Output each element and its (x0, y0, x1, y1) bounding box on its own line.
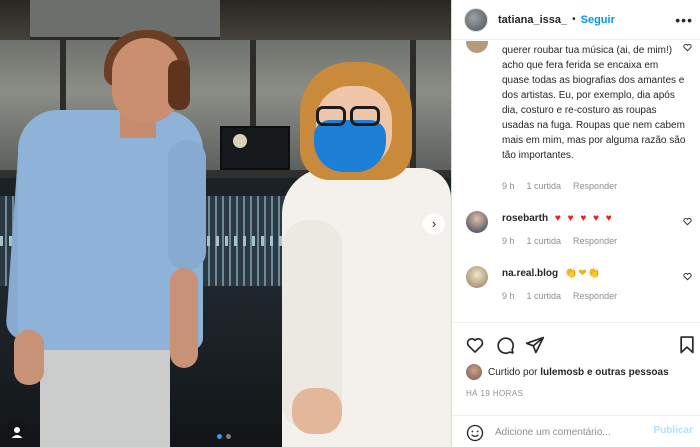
author-username[interactable]: tatiana_issa_ (498, 14, 567, 26)
comments-list: querer roubar tua música (ai, de mim!) a… (452, 41, 700, 321)
likes-others-link[interactable]: e outras pessoas (587, 367, 669, 378)
tagged-users-button[interactable] (6, 421, 28, 443)
comment-text: rosebarth ♥ ♥ ♥ ♥ ♥ (502, 211, 688, 226)
comment-username[interactable]: rosebarth (502, 213, 548, 224)
publish-button[interactable]: Publicar (654, 425, 693, 436)
share-icon[interactable] (525, 335, 545, 355)
chevron-right-icon: › (431, 216, 437, 231)
user-icon (11, 427, 23, 438)
likes-summary: Curtido por lulemosb e outras pessoas (466, 364, 669, 380)
comment-likes[interactable]: 1 curtida (527, 236, 562, 246)
studio-monitor (220, 126, 290, 170)
face-mask (314, 120, 386, 172)
carousel-indicator (217, 434, 231, 439)
person-left-hand (14, 330, 44, 385)
avatar[interactable] (466, 266, 488, 288)
post-timestamp[interactable]: HÁ 19 HORAS (466, 389, 523, 398)
comment-likes[interactable]: 1 curtida (527, 181, 562, 191)
post-side-panel: tatiana_issa_ • Seguir ••• querer roubar… (451, 0, 700, 447)
comment-icon[interactable] (495, 335, 515, 355)
carousel-next-button[interactable]: › (423, 213, 445, 235)
post-header: tatiana_issa_ • Seguir ••• (452, 0, 700, 40)
follow-button[interactable]: Seguir (581, 14, 615, 26)
reply-button[interactable]: Responder (573, 291, 617, 301)
person-left-hand (170, 268, 198, 368)
comment-time[interactable]: 9 h (502, 236, 515, 246)
heart-icon[interactable] (465, 335, 485, 355)
comment-time[interactable]: 9 h (502, 291, 515, 301)
person-left-arm (168, 140, 206, 270)
person-left-hair (168, 60, 190, 110)
avatar[interactable] (466, 211, 488, 233)
monitor-logo (233, 134, 247, 148)
comment-username[interactable]: na.real.blog (502, 268, 558, 279)
post-actions (452, 322, 700, 366)
comment-text: querer roubar tua música (ai, de mim!) a… (502, 45, 686, 161)
comment-meta: 9 h 1 curtida Responder (502, 291, 617, 301)
comment-meta: 9 h 1 curtida Responder (502, 181, 617, 191)
comment-emojis: 👏❤👏 (564, 268, 602, 279)
carousel-dot (217, 434, 222, 439)
avatar[interactable] (464, 7, 488, 32)
add-comment-bar: Publicar (452, 415, 700, 447)
comment-likes[interactable]: 1 curtida (527, 291, 562, 301)
carousel-dot (226, 434, 231, 439)
emoji-icon[interactable] (466, 424, 484, 442)
reply-button[interactable]: Responder (573, 181, 617, 191)
bookmark-icon[interactable] (677, 335, 697, 355)
avatar[interactable] (466, 41, 488, 53)
comment-time[interactable]: 9 h (502, 181, 515, 191)
person-right-hand (292, 388, 342, 434)
likes-prefix: Curtido por (488, 366, 538, 378)
glasses (350, 106, 380, 126)
comment-input[interactable] (495, 424, 645, 440)
reply-button[interactable]: Responder (573, 236, 617, 246)
comment-emojis: ♥ ♥ ♥ ♥ ♥ (554, 213, 614, 224)
post-photo[interactable]: › (0, 0, 451, 447)
liked-by-username[interactable]: lulemosb (540, 367, 584, 378)
comment-text: na.real.blog 👏❤👏 (502, 266, 688, 281)
separator-dot: • (572, 14, 576, 25)
glasses (316, 106, 346, 126)
comment-meta: 9 h 1 curtida Responder (502, 236, 617, 246)
more-options-icon[interactable]: ••• (675, 12, 693, 28)
avatar[interactable] (466, 364, 482, 380)
